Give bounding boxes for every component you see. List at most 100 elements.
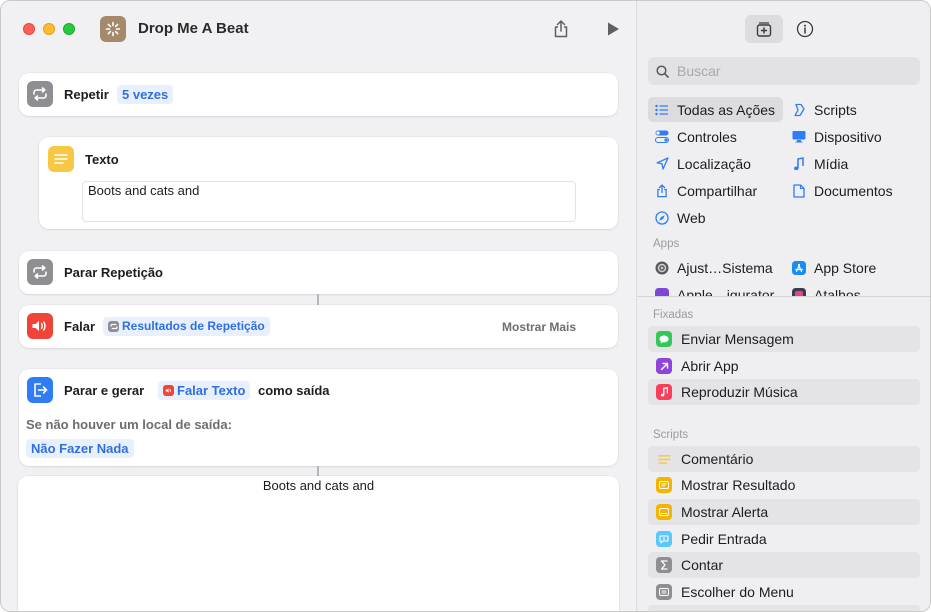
output-result-card: Boots and cats and: [18, 476, 619, 611]
category-controls[interactable]: Controles: [648, 124, 783, 149]
play-icon: [608, 22, 619, 36]
exit-icon: [27, 377, 53, 403]
run-button[interactable]: [601, 17, 625, 41]
location-icon: [655, 157, 669, 171]
app-app-store[interactable]: App Store: [785, 255, 920, 280]
flow-connector: [317, 294, 319, 305]
category-location[interactable]: Localização: [648, 151, 783, 176]
script-next-row[interactable]: [648, 605, 920, 611]
fallback-token[interactable]: Não Fazer Nada: [26, 439, 134, 458]
action-end-repeat[interactable]: Parar Repetição: [19, 251, 618, 294]
message-icon: [656, 331, 672, 347]
apps-section-header: Apps: [653, 238, 680, 250]
app-shortcuts[interactable]: Atalhos: [785, 282, 920, 296]
library-tab-button[interactable]: [745, 15, 783, 43]
text-input[interactable]: Boots and cats and: [82, 181, 576, 222]
action-speak[interactable]: Falar Resultados de Repetição Mostrar Ma…: [19, 305, 618, 348]
apps-list: Ajust…Sistema App Store Apple…igurator A…: [637, 253, 930, 296]
scripts-section-header: Scripts: [653, 429, 689, 441]
repeat-icon: [27, 259, 53, 285]
zoom-button[interactable]: [63, 23, 75, 35]
stop-output-label: Parar e gerar: [64, 383, 145, 398]
share-icon: [655, 183, 669, 198]
category-device[interactable]: Dispositivo: [785, 124, 920, 149]
script-show-result[interactable]: Mostrar Resultado: [648, 472, 920, 498]
end-repeat-label: Parar Repetição: [64, 265, 163, 280]
script-show-alert[interactable]: Mostrar Alerta: [648, 499, 920, 525]
action-stop-output[interactable]: Parar e gerar Falar Texto como saída Se …: [19, 369, 618, 466]
window-title: Drop Me A Beat: [138, 20, 249, 37]
alert-icon: [656, 504, 672, 520]
repeat-count-token[interactable]: 5 vezes: [117, 85, 174, 104]
search-placeholder: Buscar: [677, 63, 721, 79]
action-text[interactable]: Texto Boots and cats and: [39, 137, 618, 229]
pinned-send-message[interactable]: Enviar Mensagem: [648, 326, 920, 352]
document-icon: [792, 183, 806, 198]
repeat-results-text: Resultados de Repetição: [122, 319, 265, 333]
text-value: Boots and cats and: [88, 183, 200, 198]
speaker-mini-icon: [163, 385, 174, 396]
category-all-actions[interactable]: Todas as Ações: [648, 97, 783, 122]
action-repeat[interactable]: Repetir 5 vezes: [19, 73, 618, 116]
app-store-icon: [792, 260, 806, 275]
category-web[interactable]: Web: [648, 205, 783, 230]
speak-text-token[interactable]: Falar Texto: [158, 381, 251, 400]
minimize-button[interactable]: [43, 23, 55, 35]
display-icon: [792, 130, 806, 144]
search-input[interactable]: Buscar: [648, 57, 920, 85]
app-system-settings[interactable]: Ajust…Sistema: [648, 255, 783, 280]
pinned-play-music[interactable]: Reproduzir Música: [648, 379, 920, 405]
gear-icon: [655, 261, 669, 275]
show-result-icon: [656, 477, 672, 493]
category-documents[interactable]: Documentos: [785, 178, 920, 203]
repeat-results-token[interactable]: Resultados de Repetição: [103, 317, 270, 336]
add-action-icon: [756, 22, 772, 37]
script-count[interactable]: Contar: [648, 552, 920, 578]
script-choose-from-menu[interactable]: Escolher do Menu: [648, 579, 920, 605]
text-icon: [48, 146, 74, 172]
shortcuts-window: Drop Me A Beat Repetir 5 vezes Texto Boo…: [0, 0, 931, 612]
action-library-sidebar: Buscar Todas as Ações Scripts Controles: [636, 1, 930, 611]
shortcuts-icon: [792, 287, 806, 296]
speak-label: Falar: [64, 319, 96, 334]
script-comment[interactable]: Comentário: [648, 446, 920, 472]
open-app-icon: [656, 358, 672, 374]
as-output-label: como saída: [258, 383, 330, 398]
compass-icon: [655, 210, 669, 225]
share-icon: [554, 20, 568, 38]
pinned-section-header: Fixadas: [653, 309, 694, 321]
list-icon: [655, 103, 669, 117]
titlebar: Drop Me A Beat: [1, 1, 636, 57]
speaker-icon: [27, 313, 53, 339]
pinned-open-app[interactable]: Abrir App: [648, 353, 920, 379]
configurator-icon: [655, 287, 669, 296]
shortcut-icon[interactable]: [100, 16, 126, 42]
repeat-icon: [27, 81, 53, 107]
search-icon: [656, 64, 669, 78]
category-share[interactable]: Compartilhar: [648, 178, 783, 203]
toggles-icon: [655, 130, 669, 144]
info-icon: [796, 20, 814, 38]
sigma-icon: [656, 557, 672, 573]
script-ask-input[interactable]: Pedir Entrada: [648, 526, 920, 552]
repeat-label: Repetir: [64, 87, 109, 102]
show-more-button[interactable]: Mostrar Mais: [502, 320, 576, 334]
category-media[interactable]: Mídia: [785, 151, 920, 176]
category-scripts[interactable]: Scripts: [785, 97, 920, 122]
fallback-label: Se não houver um local de saída:: [26, 417, 232, 432]
scripts-icon: [792, 103, 806, 117]
details-tab-button[interactable]: [791, 15, 819, 43]
flow-connector: [317, 466, 319, 476]
music-icon: [656, 384, 672, 400]
speak-text-token-label: Falar Texto: [177, 383, 246, 398]
repeat-mini-icon: [108, 321, 119, 332]
music-note-icon: [792, 156, 806, 171]
app-apple-configurator[interactable]: Apple…igurator: [648, 282, 783, 296]
close-button[interactable]: [23, 23, 35, 35]
comment-icon: [656, 451, 672, 467]
ask-input-icon: [656, 531, 672, 547]
output-result-text: Boots and cats and: [262, 478, 375, 493]
sidebar-divider: [637, 296, 930, 297]
editor-pane: Drop Me A Beat Repetir 5 vezes Texto Boo…: [1, 1, 636, 611]
share-button[interactable]: [549, 17, 573, 41]
